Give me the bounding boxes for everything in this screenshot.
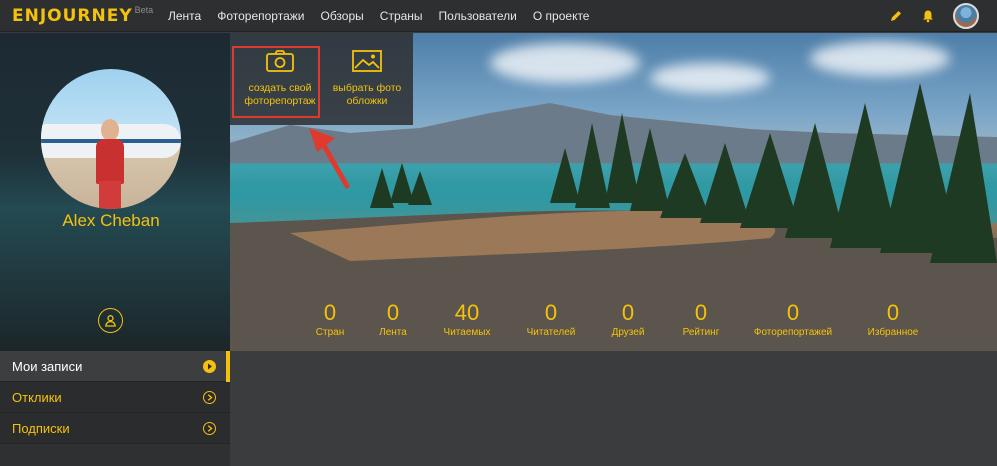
stat-value: 0 bbox=[786, 300, 800, 325]
stat-friends[interactable]: 0 Друзей bbox=[603, 301, 653, 339]
nav-link-users[interactable]: Пользователи bbox=[439, 9, 517, 23]
profile-stats: 0 Стран 0 Лента 40 Читаемых 0 Читателей … bbox=[310, 301, 990, 343]
main-content-area bbox=[230, 351, 997, 466]
logo-text: ENJOURNEY bbox=[12, 6, 133, 26]
top-navigation-bar: ENJOURNEY Beta Лента Фоторепортажи Обзор… bbox=[0, 0, 997, 32]
pencil-icon[interactable] bbox=[887, 7, 905, 25]
sidebar-item-responses[interactable]: Отклики bbox=[0, 382, 230, 413]
chevron-right-icon bbox=[203, 359, 216, 373]
stat-value: 0 bbox=[621, 300, 635, 325]
cover-image: создать свой фоторепортаж выбрать фото о… bbox=[230, 33, 997, 351]
beta-badge: Beta bbox=[134, 5, 154, 15]
nav-link-countries[interactable]: Страны bbox=[380, 9, 423, 23]
stat-value: 0 bbox=[544, 300, 558, 325]
person-body bbox=[96, 139, 124, 184]
bell-icon[interactable] bbox=[919, 7, 937, 25]
stat-countries[interactable]: 0 Стран bbox=[310, 301, 350, 339]
stat-value: 40 bbox=[454, 300, 480, 325]
nav-link-feed[interactable]: Лента bbox=[168, 9, 201, 23]
stat-label: Фоторепортажей bbox=[753, 327, 833, 338]
stat-value: 0 bbox=[886, 300, 900, 325]
sidebar-background: Alex Cheban bbox=[0, 33, 230, 351]
stat-rating[interactable]: 0 Рейтинг bbox=[676, 301, 726, 339]
stat-feed[interactable]: 0 Лента bbox=[373, 301, 413, 339]
person-legs bbox=[99, 181, 121, 209]
stat-favorites[interactable]: 0 Избранное bbox=[860, 301, 926, 339]
chevron-right-icon bbox=[203, 421, 216, 435]
profile-photo[interactable] bbox=[41, 69, 181, 209]
stat-readers[interactable]: 0 Читателей bbox=[523, 301, 579, 339]
sidebar-item-label: Мои записи bbox=[12, 358, 83, 374]
choose-cover-photo-button[interactable]: выбрать фото обложки bbox=[327, 49, 407, 108]
nav-link-about[interactable]: О проекте bbox=[533, 9, 590, 23]
sidebar-item-subscriptions[interactable]: Подписки bbox=[0, 413, 230, 444]
stat-value: 0 bbox=[694, 300, 708, 325]
profile-sidebar: Alex Cheban Мои записи Отклики Подписки bbox=[0, 33, 230, 466]
stat-label: Лента bbox=[379, 327, 407, 338]
stat-label: Друзей bbox=[611, 327, 645, 338]
label-line: выбрать фото bbox=[332, 82, 402, 94]
highlight-annotation-box bbox=[232, 46, 320, 118]
stat-value: 0 bbox=[386, 300, 400, 325]
stat-value: 0 bbox=[323, 300, 337, 325]
stat-label: Избранное bbox=[867, 327, 919, 338]
stat-label: Читателей bbox=[526, 327, 576, 338]
label-line: обложки bbox=[346, 95, 388, 107]
header-actions bbox=[873, 0, 979, 32]
nav-link-photoreports[interactable]: Фоторепортажи bbox=[217, 9, 304, 23]
stat-following[interactable]: 40 Читаемых bbox=[440, 301, 494, 339]
person-head bbox=[101, 119, 119, 141]
sidebar-menu: Мои записи Отклики Подписки bbox=[0, 351, 230, 444]
logo[interactable]: ENJOURNEY Beta bbox=[12, 5, 153, 27]
chevron-right-icon bbox=[203, 390, 216, 404]
profile-name: Alex Cheban bbox=[62, 211, 160, 230]
choose-cover-photo-label: выбрать фото обложки bbox=[327, 82, 407, 108]
sidebar-item-label: Подписки bbox=[12, 420, 70, 436]
sidebar-item-my-posts[interactable]: Мои записи bbox=[0, 351, 230, 382]
stat-label: Стран bbox=[315, 327, 345, 338]
nav-link-reviews[interactable]: Обзоры bbox=[320, 9, 363, 23]
sidebar-item-label: Отклики bbox=[12, 389, 62, 405]
user-avatar[interactable] bbox=[953, 3, 979, 29]
user-icon bbox=[105, 315, 116, 327]
image-icon bbox=[352, 50, 382, 72]
profile-user-button[interactable] bbox=[98, 308, 123, 333]
stat-label: Рейтинг bbox=[682, 327, 720, 338]
stat-label: Читаемых bbox=[443, 327, 491, 338]
main-nav: Лента Фоторепортажи Обзоры Страны Пользо… bbox=[160, 0, 597, 32]
annotation-arrow-icon bbox=[309, 128, 350, 189]
stat-photoreports[interactable]: 0 Фоторепортажей bbox=[750, 301, 836, 339]
